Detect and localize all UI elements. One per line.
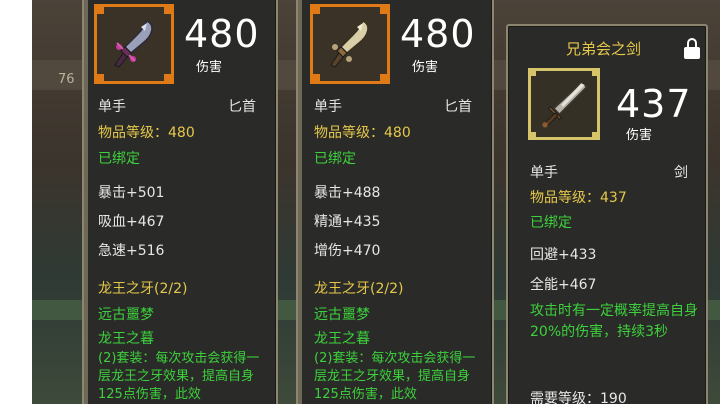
set-item: 远古噩梦 bbox=[314, 307, 370, 323]
frame-corner bbox=[164, 4, 174, 14]
item-tooltip-card-2: 480 伤害 单手 匕首 物品等级：480 已绑定 暴击+488 精通+435 … bbox=[296, 0, 494, 404]
frame-corner bbox=[310, 74, 320, 84]
weapon-type: 匕首 bbox=[444, 99, 472, 115]
card-edge bbox=[84, 0, 88, 404]
frame-corner bbox=[592, 68, 600, 76]
stat-line: 回避+433 bbox=[530, 247, 597, 263]
set-item: 远古噩梦 bbox=[98, 307, 154, 323]
stat-line: 暴击+488 bbox=[314, 185, 381, 201]
frame-corner bbox=[164, 74, 174, 84]
frame-corner bbox=[380, 74, 390, 84]
stat-line: 全能+467 bbox=[530, 277, 597, 293]
set-item: 龙王之暮 bbox=[98, 331, 154, 347]
bound-status: 已绑定 bbox=[314, 151, 356, 167]
lock-icon[interactable] bbox=[684, 38, 700, 60]
set-bonus-text: (2)套装：每次攻击会获得一层龙王之牙效果，提高自身125点伤害，此效 bbox=[314, 351, 476, 402]
frame-corner bbox=[94, 74, 104, 84]
hand-type: 单手 bbox=[98, 99, 126, 115]
sword-icon bbox=[542, 82, 588, 128]
stat-line: 急速+516 bbox=[98, 243, 165, 259]
dagger-icon bbox=[330, 19, 369, 68]
damage-value: 480 bbox=[184, 12, 260, 56]
damage-label: 伤害 bbox=[196, 60, 223, 75]
frame-corner bbox=[592, 132, 600, 140]
stat-line: 暴击+501 bbox=[98, 185, 165, 201]
item-tooltip-card-1: 480 伤害 单手 匕首 物品等级：480 已绑定 暴击+501 吸血+467 … bbox=[82, 0, 278, 404]
weapon-type: 剑 bbox=[674, 165, 688, 181]
set-name: 龙王之牙(2/2) bbox=[314, 281, 404, 297]
damage-value: 480 bbox=[400, 12, 476, 56]
stat-line: 精通+435 bbox=[314, 214, 381, 230]
damage-label: 伤害 bbox=[626, 128, 653, 143]
item-tooltip-card-3: 兄弟会之剑 437 伤害 单手 剑 物品等级：437 已绑定 回避+433 全能… bbox=[506, 24, 708, 404]
damage-value: 437 bbox=[616, 82, 692, 126]
card-edge bbox=[298, 0, 302, 404]
item-level: 物品等级：437 bbox=[530, 190, 627, 206]
set-item: 龙王之暮 bbox=[314, 331, 370, 347]
stat-line: 增伤+470 bbox=[314, 243, 381, 259]
bound-status: 已绑定 bbox=[98, 151, 140, 167]
item-icon-frame[interactable] bbox=[528, 68, 600, 140]
required-level: 需要等级：190 bbox=[530, 391, 627, 404]
item-level: 物品等级：480 bbox=[98, 125, 195, 141]
bg-number: 76 bbox=[58, 72, 75, 87]
stat-line: 吸血+467 bbox=[98, 214, 165, 230]
bound-status: 已绑定 bbox=[530, 215, 572, 231]
frame-corner bbox=[528, 132, 536, 140]
hand-type: 单手 bbox=[530, 165, 558, 181]
hand-type: 单手 bbox=[314, 99, 342, 115]
set-name: 龙王之牙(2/2) bbox=[98, 281, 188, 297]
damage-label: 伤害 bbox=[412, 60, 439, 75]
item-icon-frame[interactable] bbox=[310, 4, 390, 84]
frame-corner bbox=[528, 68, 536, 76]
item-name: 兄弟会之剑 bbox=[566, 40, 642, 58]
item-effect-text: 攻击时有一定概率提高自身20%的伤害，持续3秒 bbox=[530, 303, 698, 340]
dagger-icon bbox=[114, 19, 153, 68]
set-bonus-text: (2)套装：每次攻击会获得一层龙王之牙效果，提高自身125点伤害，此效 bbox=[98, 351, 260, 402]
item-level: 物品等级：480 bbox=[314, 125, 411, 141]
item-icon-frame[interactable] bbox=[94, 4, 174, 84]
frame-corner bbox=[380, 4, 390, 14]
lock-body bbox=[684, 47, 700, 59]
weapon-type: 匕首 bbox=[228, 99, 256, 115]
